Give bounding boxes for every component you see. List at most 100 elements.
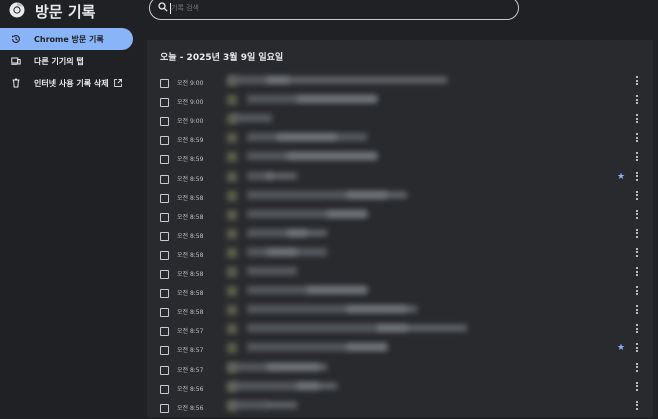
history-row[interactable]: 오전 8:56 xyxy=(147,381,653,400)
history-row[interactable]: 오전 8:59 xyxy=(147,132,653,151)
more-actions-icon[interactable] xyxy=(636,324,639,335)
more-actions-icon[interactable] xyxy=(636,95,639,106)
row-checkbox[interactable] xyxy=(160,365,169,375)
row-checkbox[interactable] xyxy=(160,308,169,318)
row-checkbox[interactable] xyxy=(160,250,169,260)
redacted-page-title[interactable] xyxy=(327,210,367,217)
more-actions-icon[interactable] xyxy=(636,228,639,240)
site-favicon xyxy=(227,209,237,220)
redacted-page-title[interactable] xyxy=(267,363,327,370)
sidebar: Chrome 방문 기록 다른 기기의 탭 인터넷 사용 기록 삭제 xyxy=(0,28,140,94)
history-row[interactable]: 오전 8:58 xyxy=(147,304,653,323)
redacted-page-title[interactable] xyxy=(377,325,467,332)
redacted-page-title[interactable] xyxy=(297,382,337,389)
history-row[interactable]: 오전 9:00 xyxy=(147,94,653,113)
more-actions-icon[interactable] xyxy=(636,247,639,259)
redacted-page-title[interactable] xyxy=(287,229,327,236)
devices-icon xyxy=(11,57,21,65)
search-box[interactable] xyxy=(149,0,519,20)
redacted-page-title[interactable] xyxy=(307,287,367,294)
redacted-page-title[interactable] xyxy=(277,134,337,141)
more-actions-icon[interactable] xyxy=(636,152,639,163)
more-actions-icon[interactable] xyxy=(636,114,639,125)
row-checkbox[interactable] xyxy=(160,98,169,108)
history-row[interactable]: 오전 8:56 xyxy=(147,400,653,419)
redacted-page-title[interactable] xyxy=(229,400,269,409)
row-checkbox[interactable] xyxy=(160,327,169,337)
site-favicon xyxy=(227,228,237,239)
redacted-page-title[interactable] xyxy=(347,306,417,313)
more-actions-icon[interactable] xyxy=(636,190,639,202)
more-actions-icon[interactable] xyxy=(636,209,639,221)
history-row[interactable]: 오전 8:58 xyxy=(147,285,653,304)
row-checkbox[interactable] xyxy=(160,270,169,279)
more-actions-icon[interactable] xyxy=(636,76,639,87)
sidebar-item-clear-browsing-data[interactable]: 인터넷 사용 기록 삭제 xyxy=(0,72,140,94)
site-favicon xyxy=(227,95,237,106)
more-actions-icon[interactable] xyxy=(636,267,639,278)
history-row[interactable]: 오전 8:58 xyxy=(147,266,653,285)
sidebar-item-other-devices[interactable]: 다른 기기의 탭 xyxy=(0,50,140,72)
redacted-page-title[interactable] xyxy=(267,401,297,408)
history-row[interactable]: 오전 8:58 xyxy=(147,190,653,209)
row-checkbox[interactable] xyxy=(160,174,169,184)
visit-time: 오전 8:58 xyxy=(177,290,204,298)
more-actions-icon[interactable] xyxy=(636,133,639,144)
redacted-page-title[interactable] xyxy=(267,248,297,255)
redacted-page-title[interactable] xyxy=(267,172,297,179)
row-checkbox[interactable] xyxy=(160,79,169,88)
history-row[interactable]: 오전 8:57 ★ xyxy=(147,342,653,361)
row-checkbox[interactable] xyxy=(160,346,169,356)
sidebar-item-chrome-history[interactable]: Chrome 방문 기록 xyxy=(0,28,133,50)
site-favicon xyxy=(227,267,237,277)
history-row[interactable]: 오전 9:00 xyxy=(147,75,653,94)
row-checkbox[interactable] xyxy=(160,384,169,394)
visit-time: 오전 8:59 xyxy=(177,137,204,145)
row-checkbox[interactable] xyxy=(160,289,169,299)
history-row[interactable]: 오전 8:57 xyxy=(147,362,653,381)
visit-time: 오전 8:58 xyxy=(177,309,204,317)
more-actions-icon[interactable] xyxy=(636,343,639,354)
search-input[interactable] xyxy=(171,0,501,17)
more-actions-icon[interactable] xyxy=(636,381,639,393)
redacted-page-title[interactable] xyxy=(287,153,377,160)
more-actions-icon[interactable] xyxy=(636,286,639,297)
history-row[interactable]: 오전 8:58 xyxy=(147,247,653,266)
search-icon xyxy=(158,2,168,12)
visit-time: 오전 8:57 xyxy=(177,347,204,355)
row-checkbox[interactable] xyxy=(160,231,169,241)
more-actions-icon[interactable] xyxy=(636,400,639,412)
visit-time: 오전 8:58 xyxy=(177,271,204,278)
row-checkbox[interactable] xyxy=(160,155,169,165)
history-row[interactable]: 오전 9:00 xyxy=(147,113,653,132)
history-row[interactable]: 오전 8:58 xyxy=(147,209,653,228)
redacted-page-title[interactable] xyxy=(247,267,297,275)
history-row[interactable]: 오전 8:58 xyxy=(147,228,653,247)
row-checkbox[interactable] xyxy=(160,117,169,127)
site-favicon xyxy=(227,343,237,354)
redacted-page-title[interactable] xyxy=(347,191,407,198)
visit-time: 오전 8:58 xyxy=(177,213,204,221)
row-checkbox[interactable] xyxy=(160,403,169,413)
site-favicon xyxy=(227,171,237,182)
site-favicon xyxy=(227,133,237,144)
chrome-logo-icon xyxy=(9,2,25,18)
site-favicon xyxy=(227,190,237,201)
history-row[interactable]: 오전 8:57 xyxy=(147,323,653,342)
row-checkbox[interactable] xyxy=(160,193,169,203)
history-row[interactable]: 오전 8:59 ★ xyxy=(147,171,653,190)
visit-time: 오전 8:56 xyxy=(177,404,204,412)
site-favicon xyxy=(227,152,237,163)
redacted-page-title[interactable] xyxy=(297,96,377,103)
history-row[interactable]: 오전 8:59 xyxy=(147,151,653,170)
redacted-page-title[interactable] xyxy=(267,77,447,83)
site-favicon xyxy=(227,247,237,258)
row-checkbox[interactable] xyxy=(160,136,169,146)
redacted-page-title[interactable] xyxy=(232,114,272,123)
row-checkbox[interactable] xyxy=(160,212,169,222)
sidebar-item-label: 인터넷 사용 기록 삭제 xyxy=(34,79,109,88)
redacted-page-title[interactable] xyxy=(347,344,387,351)
more-actions-icon[interactable] xyxy=(636,305,639,316)
more-actions-icon[interactable] xyxy=(636,171,639,183)
more-actions-icon[interactable] xyxy=(636,362,639,374)
